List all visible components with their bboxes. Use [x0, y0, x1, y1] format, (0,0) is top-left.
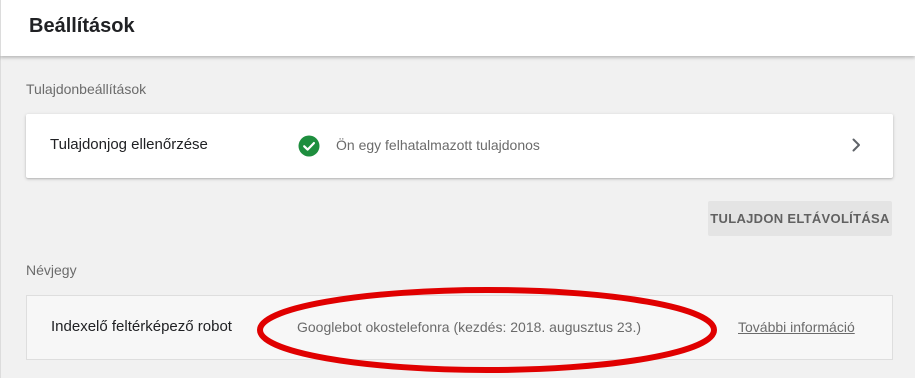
crawler-label: Indexelő feltérképező robot — [51, 318, 232, 335]
page-header: Beállítások — [0, 0, 915, 56]
learn-more-link[interactable]: További információ — [738, 319, 855, 335]
ownership-verification-card[interactable]: Tulajdonjog ellenőrzése Ön egy felhatalm… — [26, 114, 893, 178]
crawler-info-card: Indexelő feltérképező robot Googlebot ok… — [26, 295, 893, 360]
check-circle-icon — [298, 135, 320, 157]
page-title: Beállítások — [29, 15, 135, 37]
ownership-verification-label: Tulajdonjog ellenőrzése — [50, 136, 208, 153]
ownership-status-text: Ön egy felhatalmazott tulajdonos — [336, 137, 540, 153]
chevron-right-icon[interactable] — [848, 137, 864, 153]
remove-property-button[interactable]: TULAJDON ELTÁVOLÍTÁSA — [708, 201, 892, 236]
section-label-property-settings: Tulajdonbeállítások — [26, 81, 147, 97]
settings-content: Tulajdonbeállítások Tulajdonjog ellenőrz… — [0, 56, 915, 378]
settings-page: Beállítások Tulajdonbeállítások Tulajdon… — [0, 0, 915, 378]
crawler-value: Googlebot okostelefonra (kezdés: 2018. a… — [297, 319, 641, 335]
section-label-about: Névjegy — [26, 262, 77, 278]
